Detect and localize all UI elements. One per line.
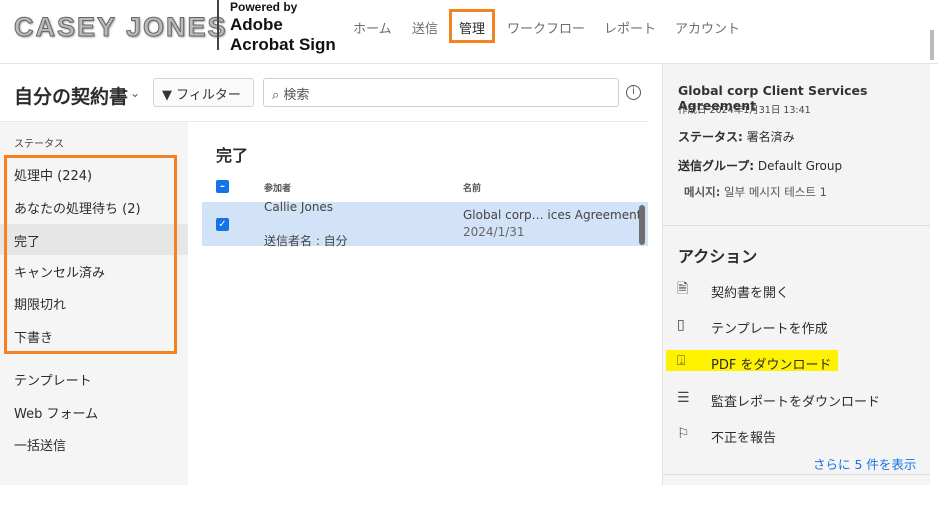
status-value: 署名済み <box>746 130 795 144</box>
message-label: 메시지: <box>684 185 721 199</box>
document-check-icon: 🗎 <box>677 281 689 297</box>
nav-home[interactable]: ホーム <box>353 18 392 37</box>
sidebar-item-templates[interactable]: テンプレート <box>14 370 92 389</box>
filter-label: フィルター <box>176 88 241 103</box>
page-scrollbar[interactable] <box>930 30 934 60</box>
select-all-checkbox[interactable]: – <box>216 180 229 193</box>
nav-reports[interactable]: レポート <box>604 18 656 37</box>
row-checkbox[interactable]: ✓ <box>216 218 229 231</box>
sidebar-item-web-forms[interactable]: Web フォーム <box>14 403 98 422</box>
group-row: 送信グループ: Default Group <box>678 157 842 174</box>
action-create-template[interactable]: テンプレートを作成 <box>711 318 828 337</box>
detail-divider <box>662 225 930 226</box>
company-logo: CASEY JONES <box>14 12 228 43</box>
report-download-icon: ☰ <box>677 390 690 406</box>
sidebar-item-bulk-send[interactable]: 一括送信 <box>14 435 66 454</box>
template-icon: ▯ <box>677 317 685 333</box>
status-row: ステータス: 署名済み <box>678 128 795 145</box>
action-download-audit-report[interactable]: 監査レポートをダウンロード <box>711 391 880 410</box>
show-more-link[interactable]: さらに 5 件を表示 <box>813 454 916 473</box>
search-icon: ⌕ <box>272 88 280 103</box>
sidebar-section-label: ステータス <box>14 139 64 150</box>
brand-line2: Acrobat Sign <box>230 35 336 54</box>
actions-heading: アクション <box>678 247 758 266</box>
sidebar-highlight-box <box>4 155 177 354</box>
row-sender: 送信者名 : 自分 <box>264 234 348 248</box>
column-name[interactable]: 名前 <box>463 181 481 194</box>
nav-send[interactable]: 送信 <box>412 18 438 37</box>
search-placeholder: 検索 <box>283 88 310 103</box>
flag-icon: ⚐ <box>677 426 690 442</box>
nav-account[interactable]: アカウント <box>675 18 740 37</box>
action-download-pdf[interactable]: PDF をダウンロード <box>711 354 831 373</box>
nav-workflow[interactable]: ワークフロー <box>507 18 585 37</box>
filter-icon: ▼ <box>162 88 172 103</box>
message-value: 일부 메시지 테스트 1 <box>724 185 827 199</box>
filter-button[interactable]: ▼ フィルター <box>153 78 254 107</box>
created-date: 作成日 2024年1月31日 13:41 <box>678 105 811 116</box>
powered-by: Powered by <box>230 0 298 14</box>
detail-bottom-divider <box>662 474 930 475</box>
message-row: 메시지: 일부 메시지 테스트 1 <box>684 184 827 200</box>
list-heading: 完了 <box>216 146 249 165</box>
page-title[interactable]: 自分の契約書 <box>14 82 128 109</box>
row-date: 2024/1/31 <box>463 225 525 239</box>
row-name: Global corp… ices Agreement <box>463 208 642 222</box>
action-open-agreement[interactable]: 契約書を開く <box>711 282 789 301</box>
row-participant: Callie Jones <box>264 200 334 214</box>
column-participant[interactable]: 参加者 <box>264 181 291 194</box>
brand-line1: Adobe <box>230 15 283 34</box>
status-label: ステータス: <box>678 130 743 144</box>
logo-divider <box>217 0 219 50</box>
pdf-download-icon: ⍗ <box>677 353 686 369</box>
nav-highlight-box <box>449 9 495 43</box>
search-input[interactable]: ⌕ 検索 <box>263 78 619 107</box>
list-scrollbar[interactable] <box>639 205 645 245</box>
chevron-down-icon[interactable]: ⌄ <box>130 86 140 100</box>
action-report-fraud[interactable]: 不正を報告 <box>711 427 776 446</box>
info-icon[interactable]: i <box>626 85 641 100</box>
group-label: 送信グループ: <box>678 159 755 173</box>
acrobat-sign-logo: Adobe Acrobat Sign <box>230 15 336 55</box>
group-value: Default Group <box>757 159 843 173</box>
